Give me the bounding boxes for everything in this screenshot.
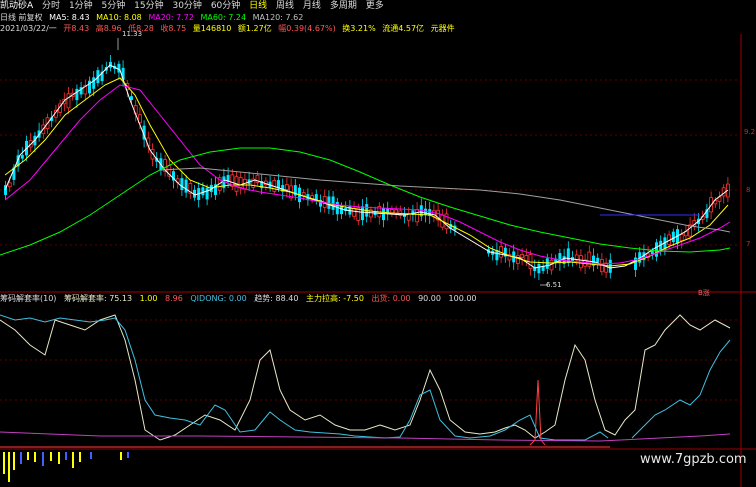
candle-body <box>130 96 133 101</box>
indicator-100: 100.00 <box>448 294 477 303</box>
indicator-title[interactable]: 筹码解套率(10) <box>0 294 56 303</box>
candle-body <box>655 242 658 257</box>
indicator-line1: 筹码解套率: 75.13 <box>63 294 133 303</box>
candle-body <box>671 231 675 243</box>
candle-body <box>545 258 549 269</box>
candle-body <box>92 77 96 89</box>
candle-body <box>394 209 399 214</box>
axis-label-upper: 9.2 <box>744 128 756 136</box>
candle-body <box>284 184 289 191</box>
peak-price-label: 11.33 <box>122 30 143 38</box>
candle-body <box>558 253 562 264</box>
ma5-line <box>4 64 729 269</box>
candle-body <box>331 196 335 210</box>
indicator-info-row: 筹码解套率(10) 筹码解套率: 75.13 1.00 8.96 QIDONG:… <box>0 293 756 304</box>
candle-body <box>650 250 654 255</box>
indicator-exit: 出货: 0.00 <box>371 294 411 303</box>
indicator-value2: 1.00 <box>139 294 158 303</box>
candle-body <box>7 182 12 188</box>
candle-body <box>537 263 541 274</box>
candle-body <box>20 155 24 159</box>
indicator-value3: 8.96 <box>165 294 183 303</box>
candle-body <box>201 187 205 196</box>
indicator-main-force: 主力拉高: -7.50 <box>305 294 364 303</box>
candle-body <box>520 254 524 258</box>
ma10-line <box>4 77 729 267</box>
candle-body <box>205 187 209 200</box>
indicator-cyan-line-2 <box>631 339 731 439</box>
indicator-90: 90.00 <box>418 294 441 303</box>
candle-body <box>184 179 188 193</box>
price-grid <box>0 79 741 401</box>
candle-body <box>604 262 608 273</box>
indicator-qidong: QIDONG: 0.00 <box>190 294 247 303</box>
candle-body <box>327 196 331 209</box>
candle-body <box>389 209 394 214</box>
candle-body <box>516 255 520 264</box>
chart-canvas[interactable] <box>0 0 756 487</box>
candle-body <box>596 257 600 263</box>
ma20-line <box>4 84 731 265</box>
axis-label-mid: 8 <box>746 186 751 194</box>
axis-label-lower: 7 <box>746 240 751 248</box>
indicator-cyan-line <box>0 314 609 441</box>
trough-price-label: 6.51 <box>546 281 562 289</box>
candle-body <box>361 206 364 221</box>
candles <box>4 54 730 280</box>
candle-body <box>66 93 71 109</box>
candle-body <box>415 209 420 223</box>
candle-body <box>382 208 385 221</box>
volume-bars <box>3 452 129 482</box>
indicator-white-line <box>0 314 731 441</box>
candle-body <box>679 233 684 242</box>
candle-body <box>352 207 357 217</box>
candle-body <box>238 177 243 188</box>
ma60-line <box>0 147 731 256</box>
watermark: www.7gpzb.com <box>640 452 747 467</box>
indicator-trend: 趋势: 88.40 <box>254 294 299 303</box>
candle-body <box>180 178 184 191</box>
candle-body <box>75 88 79 101</box>
